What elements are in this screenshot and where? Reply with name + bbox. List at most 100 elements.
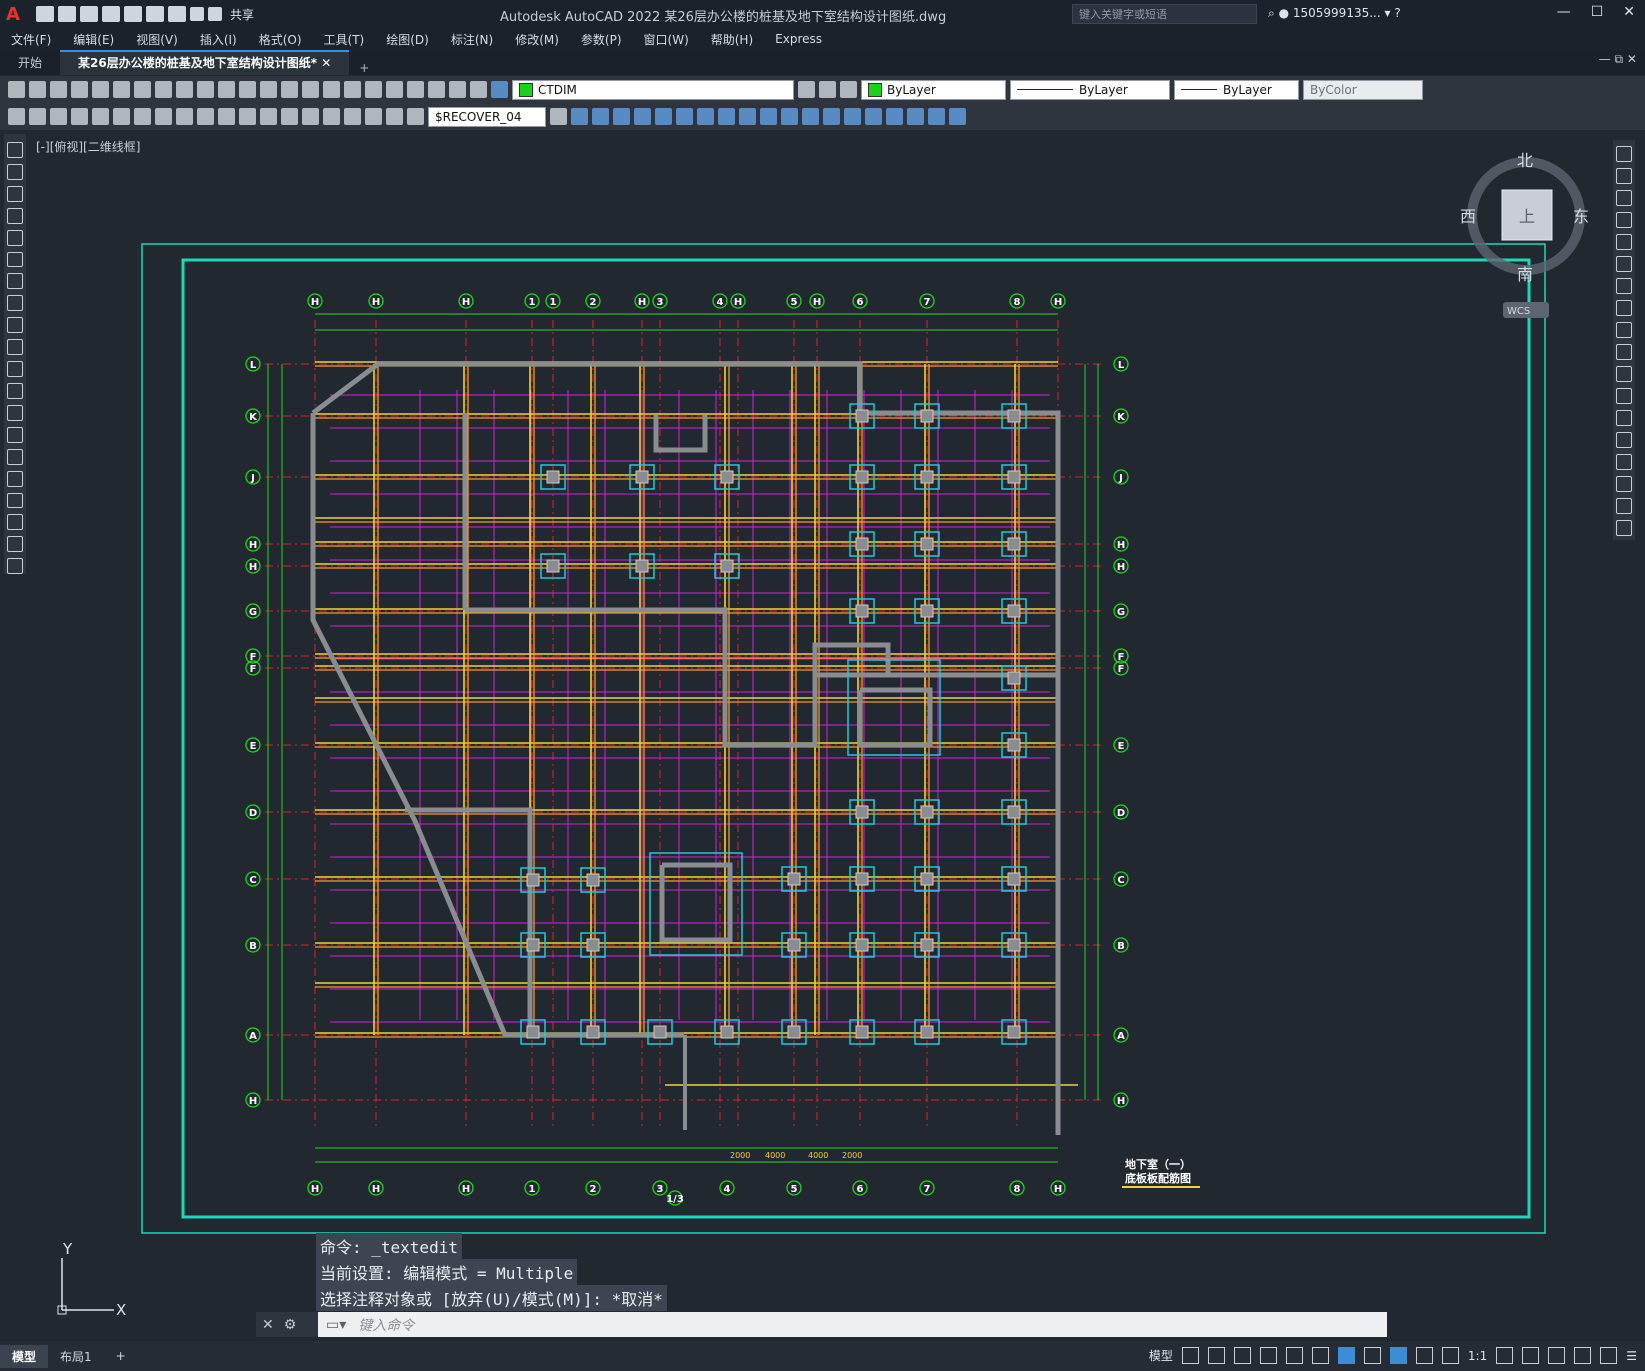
column xyxy=(526,873,540,887)
dim-text: 2000 xyxy=(842,1151,862,1160)
auto-scale-icon[interactable] xyxy=(1415,1347,1433,1364)
column xyxy=(920,1025,934,1039)
axis-bubble-right: K xyxy=(1113,408,1129,424)
command-history-line: 当前设置: 编辑模式 = Multiple xyxy=(316,1259,578,1285)
axis-bubble-label: H xyxy=(311,297,319,308)
dim-text: 2000 xyxy=(730,1151,750,1160)
axis-bubble-label: 4 xyxy=(717,297,724,308)
customize-icon[interactable]: ⚙ xyxy=(284,1317,297,1333)
viewcube-west: 西 xyxy=(1460,207,1476,226)
lineweight-icon[interactable] xyxy=(1363,1347,1381,1364)
axis-bubble-label: E xyxy=(1118,741,1125,752)
column xyxy=(855,1025,869,1039)
status-tray: 模型 1:1 ☰ xyxy=(1149,1347,1637,1364)
dim-text: 4000 xyxy=(808,1151,828,1160)
axis-bubble-bottom: H xyxy=(368,1180,384,1196)
viewcube[interactable]: 上 北 南 东 西 WCS xyxy=(1460,151,1589,318)
axis-bubble-top: 2 xyxy=(585,293,601,309)
axis-bubble-bottom: 5 xyxy=(786,1180,802,1196)
grid-icon[interactable] xyxy=(1181,1347,1199,1364)
axis-bubble-label: A xyxy=(249,1031,257,1042)
axis-bubble-left: H xyxy=(245,536,261,552)
ortho-icon[interactable] xyxy=(1233,1347,1251,1364)
axis-bubble-label: D xyxy=(1117,808,1125,819)
isodraft-icon[interactable] xyxy=(1285,1347,1303,1364)
column xyxy=(920,938,934,952)
axis-bubble-left: D xyxy=(245,804,261,820)
axis-bubble-right: H xyxy=(1113,1092,1129,1108)
isolate-icon[interactable] xyxy=(1548,1347,1566,1364)
axis-bubble-label: F xyxy=(250,664,257,675)
layout-tab-model[interactable]: 模型 xyxy=(0,1344,49,1368)
viewcube-face-label: 上 xyxy=(1519,207,1535,226)
column xyxy=(1007,938,1021,952)
axis-bubble-top: 8 xyxy=(1009,293,1025,309)
annotation-scale-value[interactable]: 1:1 xyxy=(1468,1349,1487,1363)
axis-bubble-label: G xyxy=(1117,607,1125,618)
axis-bubble-label: H xyxy=(372,1184,380,1195)
axis-bubble-label: H xyxy=(1117,1096,1125,1107)
column xyxy=(720,1025,734,1039)
workspace-gear-icon[interactable] xyxy=(1496,1347,1514,1364)
axis-bubble-label: 6 xyxy=(857,297,864,308)
annotation-visibility-icon[interactable] xyxy=(1389,1347,1407,1364)
axis-bubble-left: J xyxy=(245,469,261,485)
object-snap-icon[interactable] xyxy=(1337,1347,1355,1364)
polar-icon[interactable] xyxy=(1259,1347,1277,1364)
dim-text: 4000 xyxy=(765,1151,785,1160)
axis-bubble-left: L xyxy=(245,356,261,372)
axis-bubble-label: J xyxy=(1118,473,1123,484)
ucs-x-label: X xyxy=(116,1301,126,1319)
axis-bubble-left: A xyxy=(245,1027,261,1043)
axis-bubble-right: C xyxy=(1113,871,1129,887)
axis-bubble-label: H xyxy=(462,297,470,308)
axis-bubble-label: F xyxy=(1118,664,1125,675)
column xyxy=(855,872,869,886)
column xyxy=(720,470,734,484)
axis-bubble-right: H xyxy=(1113,536,1129,552)
command-history-line: 命令: _textedit xyxy=(316,1233,462,1259)
axis-bubble-right: F xyxy=(1113,660,1129,676)
hardware-acceleration-icon[interactable] xyxy=(1574,1347,1592,1364)
column xyxy=(920,470,934,484)
recent-commands-icon[interactable]: ▭▾ xyxy=(318,1317,346,1333)
clean-screen-icon[interactable] xyxy=(1600,1347,1618,1364)
outer-wall-diagonal xyxy=(310,413,684,1038)
command-input[interactable]: 键入命令 xyxy=(346,1315,414,1335)
column-layer xyxy=(520,403,1027,1045)
customization-menu-icon[interactable]: ☰ xyxy=(1626,1349,1637,1363)
close-icon[interactable]: ✕ xyxy=(262,1317,274,1333)
axis-bubble-label: H xyxy=(311,1184,319,1195)
axis-bubble-label: L xyxy=(250,360,257,371)
model-space-button[interactable]: 模型 xyxy=(1149,1347,1173,1364)
add-layout-button[interactable]: + xyxy=(104,1346,138,1366)
column xyxy=(635,559,649,573)
plus-icon[interactable] xyxy=(1522,1347,1540,1364)
axis-bubble-label: H xyxy=(462,1184,470,1195)
object-tracking-icon[interactable] xyxy=(1311,1347,1329,1364)
column xyxy=(546,559,560,573)
status-bar: 模型 布局1 + 模型 1:1 ☰ xyxy=(0,1341,1645,1371)
axis-bubble-bottom: 7 xyxy=(919,1180,935,1196)
axis-bubble-left: G xyxy=(245,603,261,619)
axis-bubble-label: 1/3 xyxy=(666,1194,684,1205)
axis-bubble-bottom: 4 xyxy=(719,1180,735,1196)
annotation-scale-icon[interactable] xyxy=(1441,1347,1459,1364)
column xyxy=(635,470,649,484)
column xyxy=(653,1025,667,1039)
axis-bubble-top: 6 xyxy=(852,293,868,309)
axis-bubble-top: H xyxy=(634,293,650,309)
column xyxy=(1007,1025,1021,1039)
column xyxy=(526,938,540,952)
command-line[interactable]: ✕ ⚙ ▭▾ 键入命令 xyxy=(256,1312,1387,1337)
command-history-line: 选择注释对象或 [放弃(U)/模式(M)]: *取消* xyxy=(316,1285,667,1311)
axis-bubble-right: A xyxy=(1113,1027,1129,1043)
axis-bubble-top: 7 xyxy=(919,293,935,309)
column xyxy=(586,1025,600,1039)
drawing-canvas[interactable]: H H H 1 1 2 H 3 4 H 5 H 6 7 8 HH H H 1 2 3 4 5 6 7 8 H1/3L LK KJ JH HH… xyxy=(0,0,1645,1371)
layout-tab-layout1[interactable]: 布局1 xyxy=(48,1345,104,1368)
snap-icon[interactable] xyxy=(1207,1347,1225,1364)
viewcube-north: 北 xyxy=(1517,151,1533,170)
column xyxy=(855,604,869,618)
column xyxy=(855,938,869,952)
